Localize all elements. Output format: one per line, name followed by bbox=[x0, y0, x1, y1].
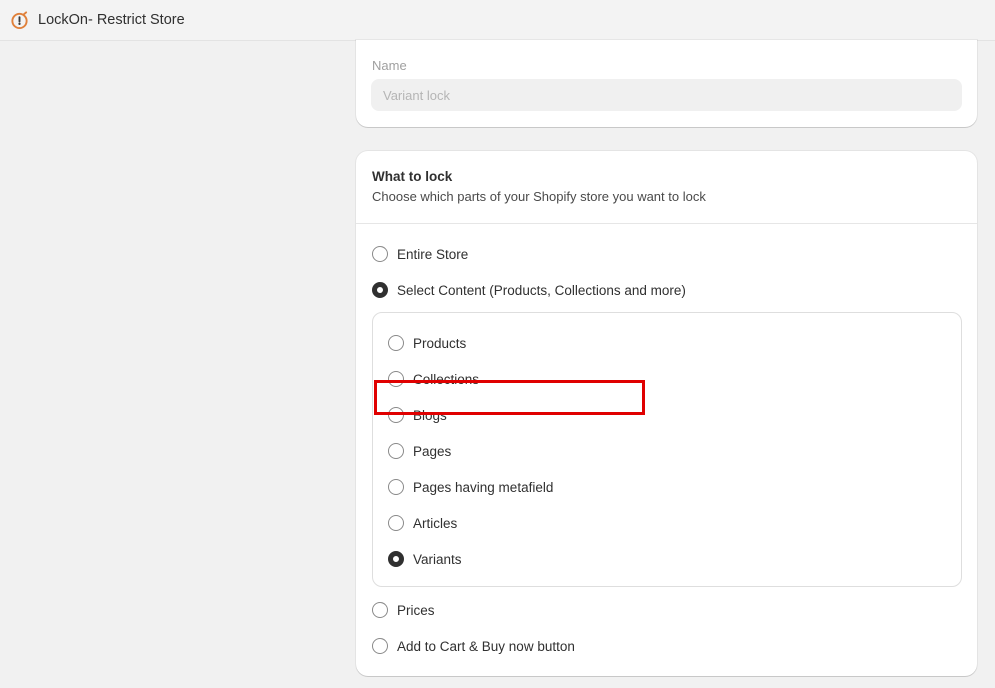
app-header: LockOn- Restrict Store bbox=[0, 0, 995, 41]
radio-button-selected[interactable] bbox=[372, 282, 388, 298]
radio-button[interactable] bbox=[388, 335, 404, 351]
radio-add-to-cart[interactable]: Add to Cart & Buy now button bbox=[372, 635, 575, 657]
radio-button[interactable] bbox=[388, 515, 404, 531]
radio-button[interactable] bbox=[372, 638, 388, 654]
divider bbox=[356, 223, 977, 224]
radio-button[interactable] bbox=[388, 479, 404, 495]
content-options-box: Products Collections Blogs Pages Pages h… bbox=[372, 312, 962, 587]
radio-pages-metafield[interactable]: Pages having metafield bbox=[388, 476, 553, 498]
radio-label: Add to Cart & Buy now button bbox=[397, 638, 575, 654]
what-to-lock-card: What to lock Choose which parts of your … bbox=[356, 151, 977, 676]
lock-clock-icon bbox=[11, 10, 28, 29]
radio-label: Variants bbox=[413, 551, 462, 567]
radio-variants[interactable]: Variants bbox=[388, 548, 462, 570]
radio-label: Prices bbox=[397, 602, 435, 618]
radio-prices[interactable]: Prices bbox=[372, 599, 435, 621]
radio-button[interactable] bbox=[388, 443, 404, 459]
section-subtitle: Choose which parts of your Shopify store… bbox=[372, 189, 706, 204]
radio-label: Blogs bbox=[413, 407, 447, 423]
radio-select-content[interactable]: Select Content (Products, Collections an… bbox=[372, 279, 686, 301]
radio-label: Entire Store bbox=[397, 246, 469, 262]
name-input[interactable]: Variant lock bbox=[371, 79, 962, 111]
radio-button[interactable] bbox=[388, 371, 404, 387]
section-title: What to lock bbox=[372, 169, 453, 184]
radio-blogs[interactable]: Blogs bbox=[388, 404, 447, 426]
radio-entire-store[interactable]: Entire Store bbox=[372, 243, 468, 265]
name-card: Name Variant lock bbox=[356, 40, 977, 127]
radio-button-selected[interactable] bbox=[388, 551, 404, 567]
app-title: LockOn- Restrict Store bbox=[38, 12, 185, 28]
radio-label: Pages having metafield bbox=[413, 479, 554, 495]
name-label: Name bbox=[372, 58, 407, 73]
radio-label: Articles bbox=[413, 515, 458, 531]
radio-button[interactable] bbox=[388, 407, 404, 423]
radio-button[interactable] bbox=[372, 246, 388, 262]
radio-label: Products bbox=[413, 335, 467, 351]
radio-label: Collections bbox=[413, 371, 480, 387]
radio-pages[interactable]: Pages bbox=[388, 440, 451, 462]
radio-collections[interactable]: Collections bbox=[388, 368, 479, 390]
radio-label: Pages bbox=[413, 443, 452, 459]
radio-products[interactable]: Products bbox=[388, 332, 466, 354]
radio-label: Select Content (Products, Collections an… bbox=[397, 282, 686, 298]
radio-articles[interactable]: Articles bbox=[388, 512, 457, 534]
radio-button[interactable] bbox=[372, 602, 388, 618]
